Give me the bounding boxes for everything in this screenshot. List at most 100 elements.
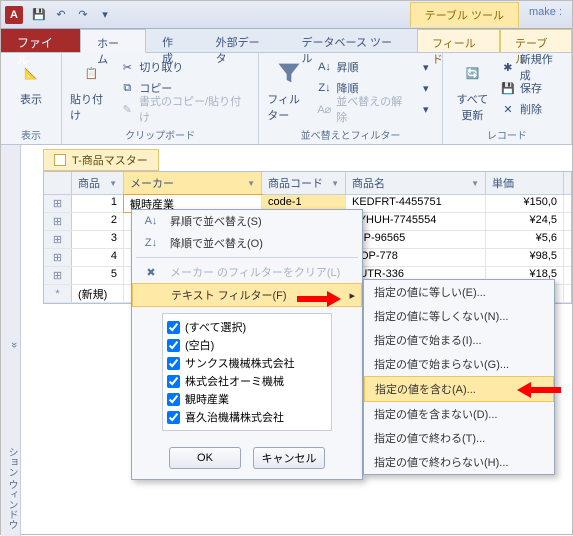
new-record-button[interactable]: ✱新規作成 [500, 57, 563, 77]
paste-button[interactable]: 📋 貼り付け [70, 57, 113, 123]
object-tab[interactable]: T-商品マスター [43, 149, 159, 171]
header-price[interactable]: 単価 [486, 172, 564, 194]
annotation-arrow-2 [517, 382, 561, 398]
submenu-not-begins[interactable]: 指定の値で始まらない(G)... [364, 352, 554, 376]
tab-field[interactable]: フィールド [417, 29, 500, 52]
save-record-button[interactable]: 💾保存 [500, 78, 563, 98]
cell-id[interactable]: 2 [72, 213, 124, 230]
header-code[interactable]: 商品コード▼ [262, 172, 346, 194]
check-item[interactable]: 喜久治機構株式会社 [167, 408, 327, 426]
paste-label: 貼り付け [70, 91, 113, 123]
tab-db-tools[interactable]: データベース ツール [286, 29, 417, 52]
tab-external-data[interactable]: 外部データ [200, 29, 286, 52]
header-maker[interactable]: メーカー▼ [124, 172, 262, 194]
cell-id[interactable]: 1 [72, 195, 124, 212]
view-label: 表示 [20, 91, 42, 107]
checkbox[interactable] [167, 357, 180, 370]
row-selector-new[interactable]: * [44, 285, 72, 302]
select-all-cell[interactable] [44, 172, 72, 194]
refresh-button[interactable]: 🔄 すべて 更新 [451, 57, 494, 123]
check-item[interactable]: (空白) [167, 336, 327, 354]
group-view: 📐 表示 表示 [1, 53, 62, 144]
save-icon[interactable]: 💾 [29, 5, 49, 25]
chevron-down-icon[interactable]: ▼ [331, 179, 339, 188]
cut-button[interactable]: ✂切り取り [119, 57, 250, 77]
new-icon: ✱ [500, 59, 516, 75]
submenu-not-equals[interactable]: 指定の値に等しくない(N)... [364, 304, 554, 328]
redo-icon[interactable]: ↷ [73, 5, 93, 25]
delete-record-button[interactable]: ✕削除 [500, 99, 563, 119]
cell-new[interactable]: (新規) [72, 285, 124, 302]
ribbon: 📐 表示 表示 📋 貼り付け ✂切り取り ⧉コピー ✎書式のコピー/貼り付け ク… [1, 53, 572, 145]
contextual-tab-title: テーブル ツール [410, 2, 519, 27]
header-name[interactable]: 商品名▼ [346, 172, 486, 194]
check-item[interactable]: 株式会社オーミ機械 [167, 372, 327, 390]
row-selector[interactable]: ⊞ [44, 231, 72, 248]
filter-toggle-1[interactable]: ▾ [418, 57, 434, 77]
row-selector[interactable]: ⊞ [44, 213, 72, 230]
filter-dropdown-popup: A↓昇順で並べ替え(S) Z↓降順で並べ替え(O) ✖メーカー のフィルターをク… [131, 209, 363, 480]
checkbox[interactable] [167, 339, 180, 352]
group-label-records: レコード [451, 126, 563, 142]
ok-button[interactable]: OK [169, 447, 241, 469]
popup-sort-asc[interactable]: A↓昇順で並べ替え(S) [132, 210, 362, 232]
checkbox[interactable] [167, 411, 180, 424]
cell-name[interactable]: KEDFRT-4455751 [346, 195, 486, 212]
quick-access-toolbar: 💾 ↶ ↷ ▾ [29, 5, 115, 25]
filter-button[interactable]: フィルター [267, 57, 310, 123]
cancel-button[interactable]: キャンセル [253, 447, 325, 469]
tab-table[interactable]: テーブル [500, 29, 572, 52]
row-selector[interactable]: ⊞ [44, 249, 72, 266]
submenu-ends[interactable]: 指定の値で終わる(T)... [364, 426, 554, 450]
chevron-down-icon[interactable]: ▼ [471, 179, 479, 188]
cell-price[interactable]: ¥150,0 [486, 195, 564, 212]
button-row: OK キャンセル [132, 439, 362, 479]
cell-id[interactable]: 3 [72, 231, 124, 248]
qat-dropdown-icon[interactable]: ▾ [95, 5, 115, 25]
undo-icon[interactable]: ↶ [51, 5, 71, 25]
group-sort-filter: フィルター A↓昇順 Z↓降順 A⌀並べ替えの解除 ▾ ▾ ▾ 並べ替えとフィル… [259, 53, 442, 144]
check-item[interactable]: 観時産業 [167, 390, 327, 408]
cell-price[interactable]: ¥24,5 [486, 213, 564, 230]
row-selector[interactable]: ⊞ [44, 195, 72, 212]
object-tab-title: T-商品マスター [72, 152, 148, 168]
tab-create[interactable]: 作成 [146, 29, 200, 52]
sort-asc-icon: A↓ [140, 215, 162, 227]
chevron-down-icon[interactable]: ▼ [109, 179, 117, 188]
row-selector[interactable]: ⊞ [44, 267, 72, 284]
cell-id[interactable]: 4 [72, 249, 124, 266]
cell-name[interactable]: IOP-96565 [346, 231, 486, 248]
clear-sort-button[interactable]: A⌀並べ替えの解除 [316, 99, 411, 119]
popup-sort-desc[interactable]: Z↓降順で並べ替え(O) [132, 232, 362, 254]
cell-price[interactable]: ¥5,6 [486, 231, 564, 248]
tab-file[interactable]: ファイル [1, 29, 80, 52]
check-item[interactable]: サンクス機械株式会社 [167, 354, 327, 372]
cell-name[interactable]: DOP-778 [346, 249, 486, 266]
checkbox[interactable] [167, 321, 180, 334]
group-label-sort: 並べ替えとフィルター [267, 126, 433, 142]
submenu-not-ends[interactable]: 指定の値で終わらない(H)... [364, 450, 554, 474]
checkbox[interactable] [167, 375, 180, 388]
sort-asc-button[interactable]: A↓昇順 [316, 57, 411, 77]
header-id[interactable]: 商品▼ [72, 172, 124, 194]
chevron-down-icon[interactable]: ▼ [247, 179, 255, 188]
text-filter-submenu: 指定の値に等しい(E)... 指定の値に等しくない(N)... 指定の値で始まる… [363, 279, 555, 475]
submenu-not-contains[interactable]: 指定の値を含まない(D)... [364, 402, 554, 426]
filter-toggle-2[interactable]: ▾ [418, 78, 434, 98]
brush-icon: ✎ [119, 101, 135, 117]
submenu-equals[interactable]: 指定の値に等しい(E)... [364, 280, 554, 304]
table-icon [54, 154, 66, 166]
cell-name[interactable]: TYHUH-7745554 [346, 213, 486, 230]
format-painter-button[interactable]: ✎書式のコピー/貼り付け [119, 99, 250, 119]
cell-id[interactable]: 5 [72, 267, 124, 284]
copy-icon: ⧉ [119, 80, 135, 96]
check-item[interactable]: (すべて選択) [167, 318, 327, 336]
submenu-begins[interactable]: 指定の値で始まる(I)... [364, 328, 554, 352]
view-button[interactable]: 📐 表示 [9, 57, 53, 107]
app-icon: A [5, 6, 23, 24]
cell-price[interactable]: ¥98,5 [486, 249, 564, 266]
checkbox[interactable] [167, 393, 180, 406]
tab-home[interactable]: ホーム [80, 29, 146, 53]
clear-filter-icon: ✖ [140, 266, 162, 279]
filter-toggle-3[interactable]: ▾ [418, 99, 434, 119]
